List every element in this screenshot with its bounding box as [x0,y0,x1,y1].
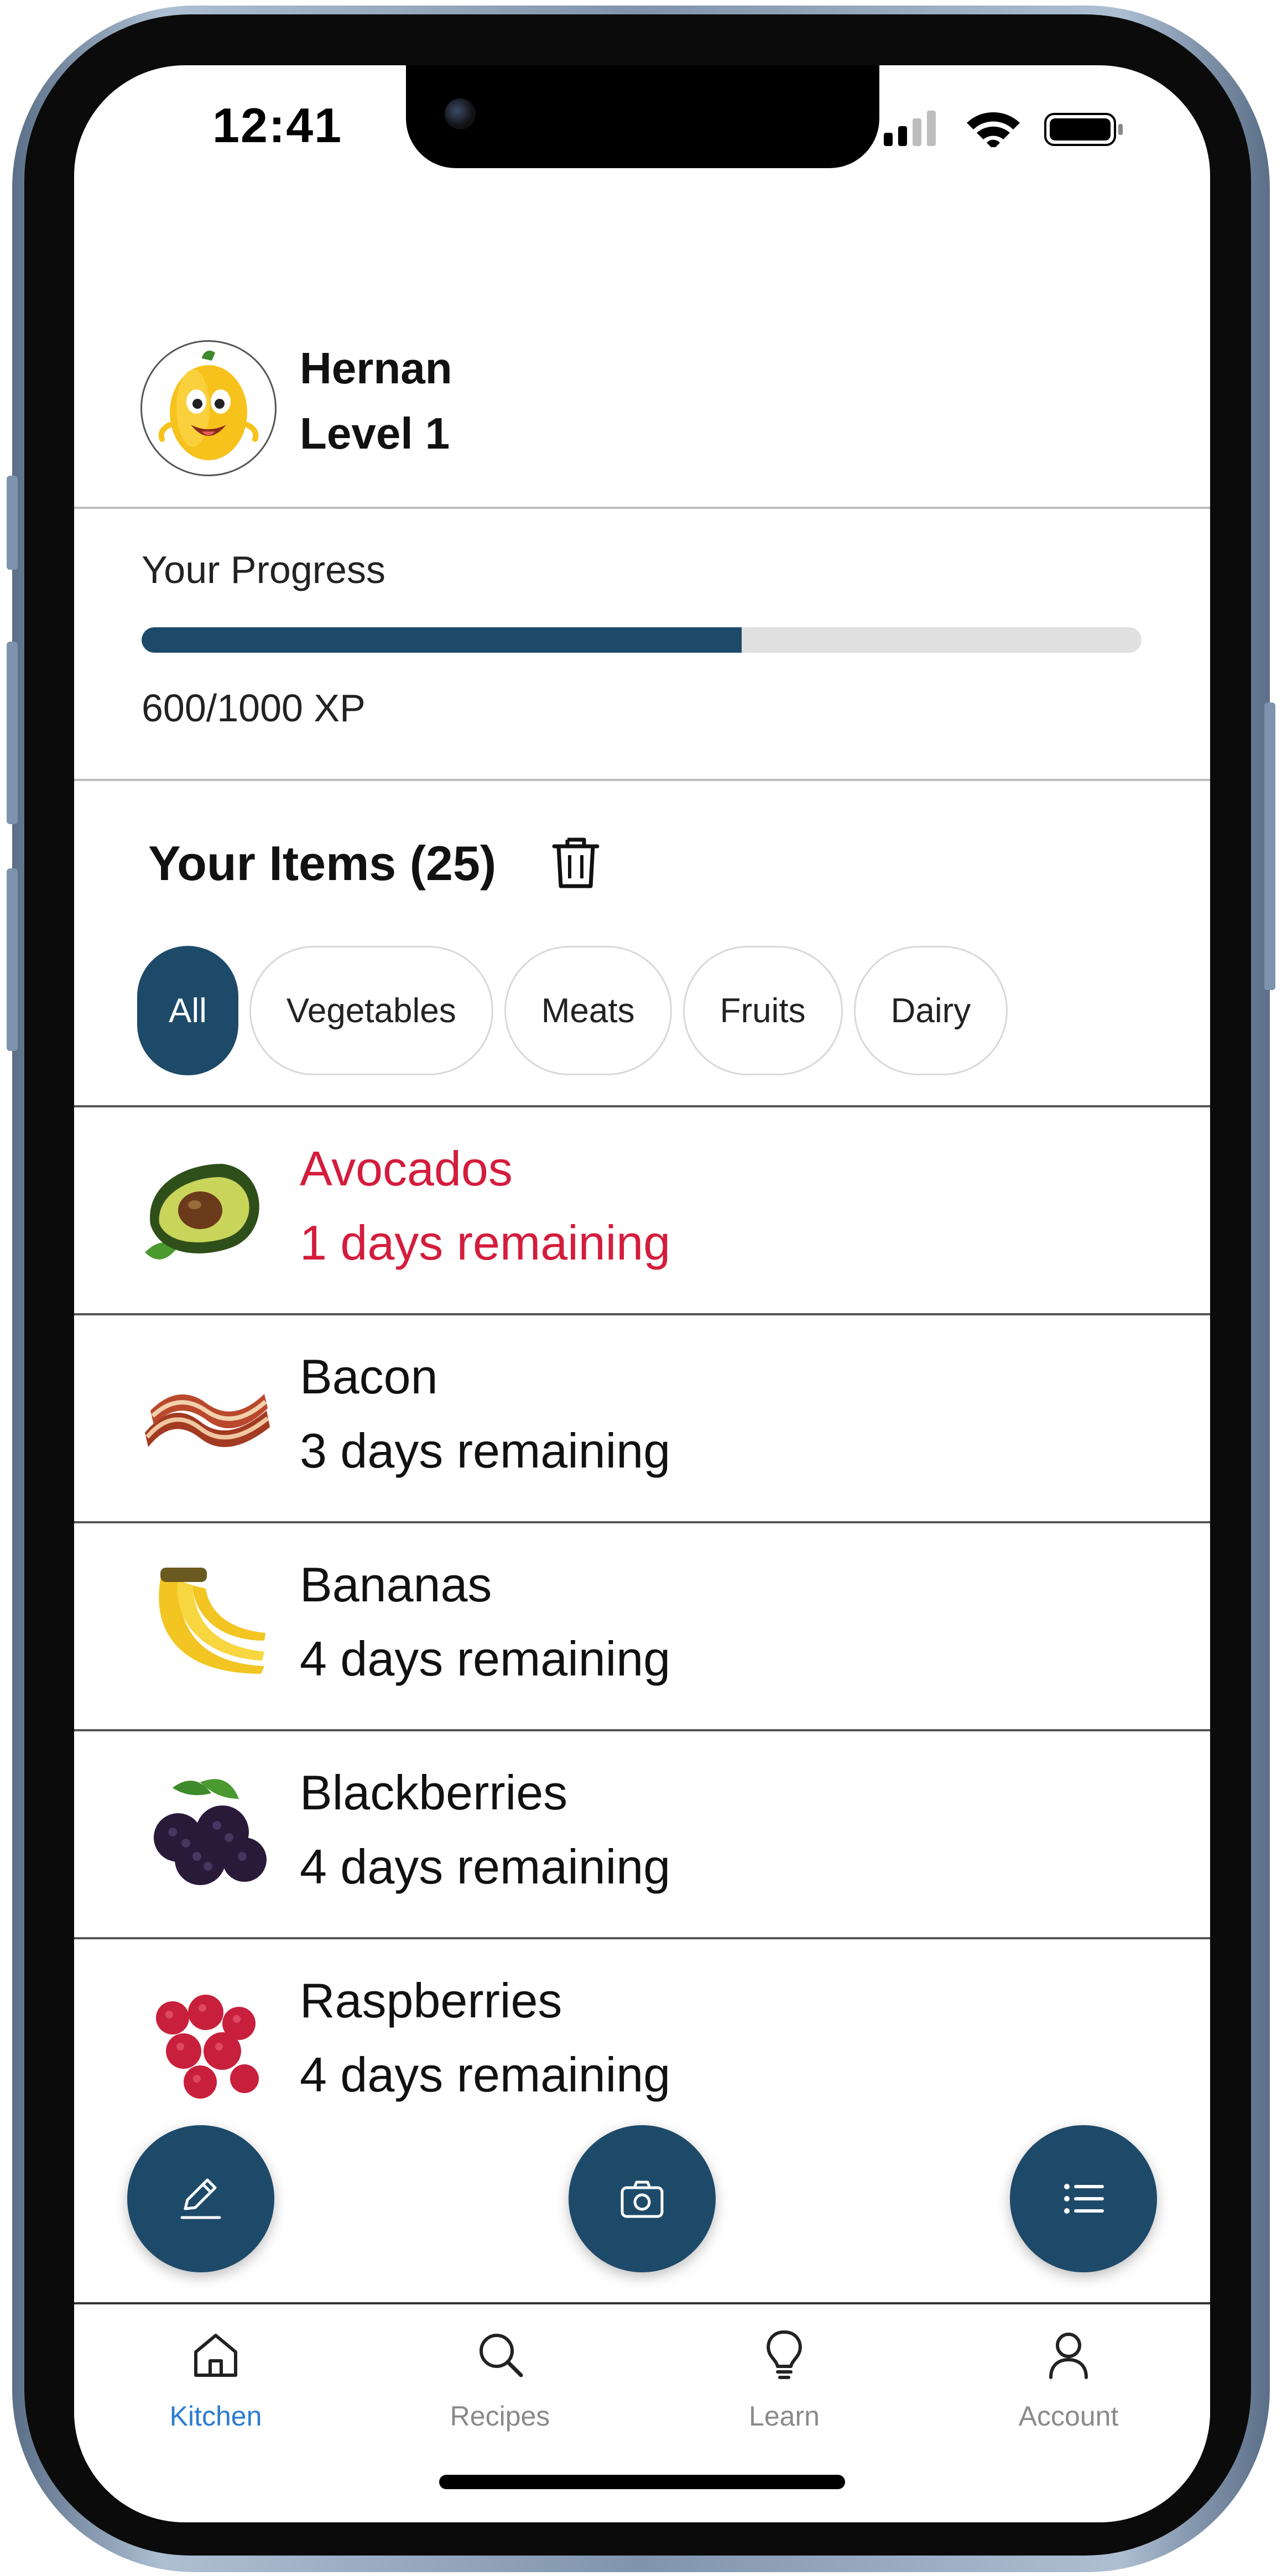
filter-chip-fruits[interactable]: Fruits [682,946,843,1075]
item-name: Bananas [300,1557,492,1612]
filter-chip-vegetables[interactable]: Vegetables [249,946,493,1075]
list-item[interactable]: Blackberries 4 days remaining [74,1729,1210,1937]
battery-icon [1044,113,1123,146]
tab-account[interactable]: Account [986,2327,1151,2432]
home-indicator[interactable] [439,2475,845,2489]
bacon-icon [145,1394,270,1447]
item-remaining: 4 days remaining [300,2047,671,2102]
app-screen: 12:41 Hernan Level 1 Your Progress 600/1… [74,65,1210,2522]
filter-chip-all[interactable]: All [137,946,238,1075]
tab-label: Learn [749,2401,820,2432]
list-item[interactable]: Avocados 1 days remaining [74,1105,1210,1313]
filter-chip-meats[interactable]: Meats [504,946,672,1075]
blackberry-icon [154,1779,267,1885]
list-fab-button[interactable] [1010,2125,1157,2272]
edit-fab-button[interactable] [127,2125,274,2272]
tab-learn[interactable]: Learn [701,2327,867,2432]
tab-label: Account [1018,2401,1119,2432]
wifi-icon [967,112,1020,147]
banana-icon [159,1568,265,1674]
item-name: Bacon [300,1349,438,1404]
dynamic-island [406,65,879,168]
item-remaining: 4 days remaining [300,1839,671,1894]
filter-chip-dairy[interactable]: Dairy [853,946,1008,1075]
xp-text: 600/1000 XP [142,686,366,730]
items-list: Avocados 1 days remaining Bacon 3 days r… [74,1105,1210,2145]
item-name: Blackberries [300,1765,568,1820]
progress-label: Your Progress [142,548,385,591]
phone-volume-down-button [7,868,18,1051]
bottom-tab-bar: Kitchen Recipes Learn Account [74,2302,1210,2522]
status-time: 12:41 [212,98,343,153]
person-icon [1049,2333,1088,2379]
avocado-icon [145,1164,259,1260]
raspberry-icon [156,1995,259,2099]
item-name: Avocados [300,1141,513,1196]
avatar[interactable] [140,340,277,476]
list-icon [1064,2184,1104,2214]
filter-chips: All Vegetables Meats Fruits Dairy [137,946,1008,1078]
divider [74,507,1210,509]
bell-pepper-avatar-icon [158,350,259,460]
profile-level: Level 1 [300,409,450,458]
lightbulb-icon [767,2330,802,2379]
item-remaining: 1 days remaining [300,1215,671,1270]
search-icon [480,2334,523,2377]
list-item[interactable]: Bananas 4 days remaining [74,1521,1210,1729]
tab-recipes[interactable]: Recipes [417,2327,583,2432]
tab-label: Kitchen [169,2401,262,2432]
phone-side-button [7,476,18,570]
camera-icon [621,2181,664,2218]
items-title: Your Items (25) [148,836,497,891]
xp-progress-fill [142,627,742,653]
status-icons [884,111,1123,147]
phone-volume-up-button [7,642,18,824]
tab-kitchen[interactable]: Kitchen [133,2327,299,2432]
list-item[interactable]: Raspberries 4 days remaining [74,1937,1210,2145]
item-remaining: 3 days remaining [300,1423,671,1478]
list-item[interactable]: Bacon 3 days remaining [74,1313,1210,1521]
front-camera [445,98,476,129]
item-remaining: 4 days remaining [300,1631,671,1686]
item-name: Raspberries [300,1973,562,2028]
divider [74,779,1210,781]
xp-progress-bar [142,627,1142,653]
profile-name: Hernan [300,344,452,393]
pencil-icon [180,2178,221,2219]
trash-icon[interactable] [551,835,601,891]
camera-fab-button[interactable] [569,2125,716,2272]
home-icon [194,2334,237,2377]
cellular-signal-icon [884,111,936,146]
phone-power-button [1264,702,1275,990]
tab-label: Recipes [450,2401,550,2432]
